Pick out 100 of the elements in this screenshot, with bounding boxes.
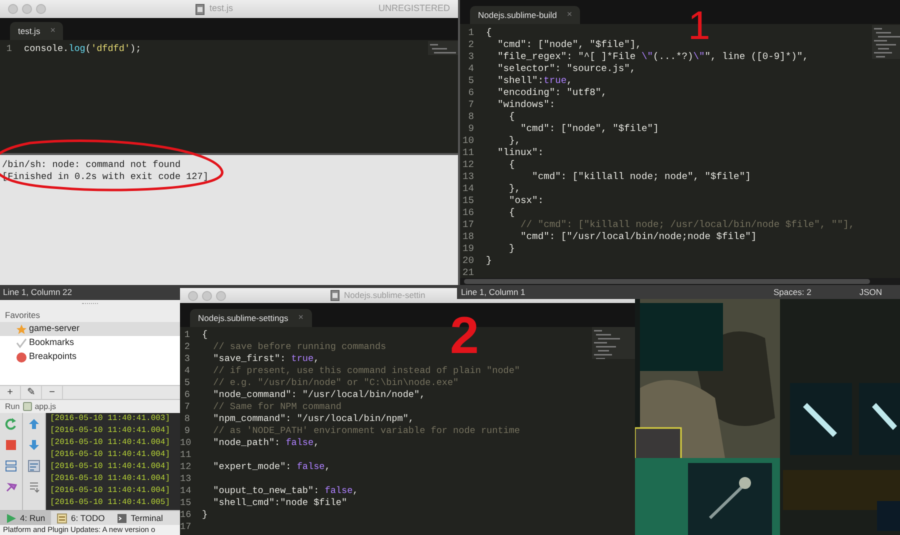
soft-wrap-icon[interactable]	[28, 460, 40, 472]
code-line: }	[508, 243, 515, 255]
code-line: // Same for NPM command	[212, 401, 342, 413]
code-line: "node_path": false,	[212, 437, 320, 449]
up-arrow-icon[interactable]	[28, 418, 40, 430]
pin-icon[interactable]	[5, 481, 17, 493]
close-button[interactable]	[8, 4, 18, 14]
code-line: "cmd": ["node", "$file"],	[496, 39, 642, 51]
line-number: 1	[183, 329, 191, 341]
code-line: "npm_command": "/usr/local/bin/npm",	[212, 413, 414, 425]
line-number: 15	[461, 195, 475, 207]
line-number: 16	[180, 509, 192, 521]
code-line: {	[508, 207, 515, 219]
line-number: 2	[467, 39, 475, 51]
annotation-number: 2	[450, 310, 479, 362]
line-number: 7	[183, 401, 191, 413]
rerun-icon[interactable]	[5, 418, 17, 430]
line-number: 17	[461, 219, 475, 231]
cursor-position: Line 1, Column 1	[461, 286, 526, 298]
line-number: 2	[183, 341, 191, 353]
code-line: "file_regex": "^[ ]*File \"(...*?)\"", line ([0-9]*)",	[496, 51, 808, 63]
code-line: "encoding": "utf8",	[496, 87, 607, 99]
code-line: // save before running commands	[212, 341, 386, 353]
add-button[interactable]: +	[0, 386, 21, 399]
stop-icon[interactable]	[5, 439, 17, 451]
line-number: 8	[467, 111, 475, 123]
star-icon	[16, 324, 27, 334]
code-line: // as 'NODE_PATH' environment variable for node runtime	[212, 425, 520, 437]
code-line: {	[508, 159, 515, 171]
editor-tab[interactable]: Nodejs.sublime-settings ×	[190, 309, 312, 327]
line-number: 18	[461, 231, 475, 243]
tool-window-tab[interactable]: Terminal	[110, 511, 169, 525]
code-line: "windows":	[496, 99, 556, 111]
tool-window-tab[interactable]: 6: TODO	[51, 511, 111, 525]
zoom-button[interactable]	[36, 4, 46, 14]
code-line: },	[508, 183, 521, 195]
layout-icon[interactable]	[5, 460, 17, 472]
window-title: Nodejs.sublime-settin	[344, 289, 426, 302]
code-line: {	[202, 329, 208, 341]
edit-button[interactable]: ✎	[21, 386, 42, 399]
line-number: 1	[467, 27, 475, 39]
tool-window-tab[interactable]: 4: Run	[0, 511, 52, 525]
output-line: [Finished in 0.2s with exit code 127]	[2, 171, 210, 183]
line-number: 9	[467, 123, 475, 135]
line-number: 8	[183, 413, 191, 425]
line-number: 3	[183, 353, 191, 365]
document-icon	[195, 4, 206, 14]
line-number: 13	[461, 171, 475, 183]
code-line: // e.g. "/usr/bin/node" or "C:\bin\node.exe"	[212, 377, 459, 389]
panel-title: Run	[5, 400, 20, 412]
indentation-label[interactable]: Spaces: 2	[774, 286, 812, 298]
code-line: console.log('dfdfd');	[24, 43, 142, 55]
syntax-label[interactable]: JSON	[859, 286, 882, 298]
line-number: 10	[461, 135, 475, 147]
license-label: UNREGISTERED	[378, 2, 450, 16]
code-line: "expert_mode": false,	[212, 461, 330, 473]
log-line: [2016-05-10 11:40:41.004]	[50, 425, 172, 437]
todo-icon	[57, 512, 68, 524]
minimize-button[interactable]	[202, 290, 212, 300]
line-number: 1	[5, 43, 13, 55]
check-icon	[16, 338, 27, 348]
line-number: 11	[461, 147, 475, 159]
code-line: }	[486, 255, 492, 267]
log-line: [2016-05-10 11:40:41.004]	[50, 449, 172, 461]
editor-tab[interactable]: test.js ×	[10, 22, 64, 40]
close-button[interactable]	[188, 290, 198, 300]
minimize-button[interactable]	[22, 4, 32, 14]
line-number: 7	[467, 99, 475, 111]
line-number: 6	[467, 87, 475, 99]
minimap[interactable]	[872, 25, 900, 59]
code-line: {	[508, 111, 515, 123]
remove-button[interactable]: −	[42, 386, 63, 399]
zoom-button[interactable]	[216, 290, 226, 300]
code-line: "osx":	[508, 195, 544, 207]
code-line: "selector": "source.js",	[496, 63, 636, 75]
line-number: 4	[467, 63, 475, 75]
minimap[interactable]	[592, 327, 636, 359]
line-number: 13	[180, 473, 192, 485]
run-config-label[interactable]: app.js	[34, 400, 56, 412]
line-number: 15	[180, 497, 192, 509]
code-line: },	[508, 135, 521, 147]
document-icon	[330, 290, 340, 301]
scroll-end-icon[interactable]	[28, 481, 40, 493]
list-item[interactable]: game-server	[0, 322, 180, 336]
down-arrow-icon[interactable]	[28, 439, 40, 451]
line-number: 12	[461, 159, 475, 171]
line-number: 19	[461, 243, 475, 255]
code-line: "shell":true,	[496, 75, 572, 87]
window-title: test.js	[209, 2, 233, 16]
code-line: // "cmd": ["killall node; /usr/local/bin/node $file", ""],	[520, 219, 854, 231]
code-line: }	[202, 509, 208, 521]
code-line: "cmd": ["killall node; node", "$file"]	[531, 171, 751, 183]
scrollbar[interactable]	[464, 279, 870, 284]
editor-tab[interactable]: Nodejs.sublime-build ×	[470, 6, 580, 24]
code-line: "node_command": "/usr/local/bin/node",	[212, 389, 426, 401]
code-line: "ouput_to_new_tab": false,	[212, 485, 358, 497]
code-line: // if present, use this command instead of plain "node"	[212, 365, 520, 377]
minimap[interactable]	[428, 41, 458, 55]
line-number: 14	[461, 183, 475, 195]
line-number: 5	[183, 377, 191, 389]
